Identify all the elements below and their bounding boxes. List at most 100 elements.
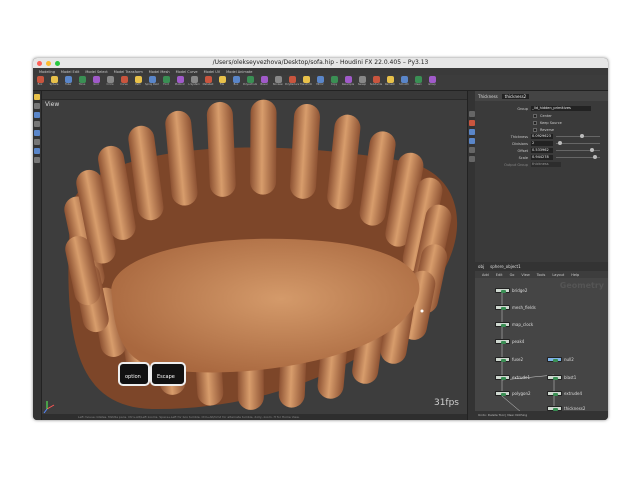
- shelf-tool-9[interactable]: Font: [159, 75, 173, 90]
- param-slider[interactable]: [556, 134, 600, 138]
- shelf-tab-modeling[interactable]: Modeling: [39, 70, 55, 74]
- param-slider-knob[interactable]: [592, 155, 597, 159]
- network-path-obj[interactable]: obj: [478, 264, 484, 269]
- network-menu-help[interactable]: Help: [571, 273, 579, 277]
- param-slider-knob[interactable]: [558, 141, 562, 145]
- shelf-tool-5[interactable]: Circle: [103, 75, 117, 90]
- network-menu-edit[interactable]: Edit: [496, 273, 503, 277]
- network-menu-view[interactable]: View: [521, 273, 529, 277]
- network-node[interactable]: map_clock: [495, 322, 533, 327]
- network-node[interactable]: extrude4: [547, 391, 582, 396]
- shelf-tool-20[interactable]: Mirror: [313, 75, 327, 90]
- network-node[interactable]: mesh_fields: [495, 305, 536, 310]
- pose-tool-icon[interactable]: [34, 139, 40, 145]
- move-tool-icon[interactable]: [34, 103, 40, 109]
- group-field[interactable]: _lid_hidden_primitives: [531, 106, 591, 111]
- view-tool-icon[interactable]: [34, 148, 40, 154]
- param-value-field[interactable]: 0.0929623: [531, 134, 553, 139]
- reverse-checkbox-row[interactable]: Reverse: [475, 126, 608, 133]
- shelf-tool-4[interactable]: Grid: [89, 75, 103, 90]
- handle-tool-icon[interactable]: [34, 130, 40, 136]
- param-value-field[interactable]: 0.533962: [531, 148, 553, 153]
- param-value-field[interactable]: 2: [531, 141, 553, 146]
- shelf-tool-28[interactable]: Group: [425, 75, 439, 90]
- output-group-field[interactable]: thickness: [531, 162, 561, 167]
- network-node[interactable]: fuse2: [495, 357, 523, 362]
- network-menu-go[interactable]: Go: [510, 273, 515, 277]
- shelf-tool-27[interactable]: Clean: [411, 75, 425, 90]
- snap-icon[interactable]: [34, 157, 40, 163]
- network-editor[interactable]: Geometry bridge2 mesh_fields map_clock peak…: [475, 278, 608, 411]
- node-body[interactable]: [495, 305, 510, 310]
- network-path-object[interactable]: sphere_object1: [490, 264, 521, 269]
- shelf-tool-15[interactable]: Polyextrude: [243, 75, 257, 90]
- node-body[interactable]: [547, 375, 562, 380]
- shelf-tool-1[interactable]: Sphere: [47, 75, 61, 90]
- scale-tool-icon[interactable]: [34, 121, 40, 127]
- node-body[interactable]: [495, 391, 510, 396]
- shelf-tool-icon: [358, 76, 366, 83]
- center-checkbox-row[interactable]: Center: [475, 112, 608, 119]
- scene-viewport[interactable]: View 31fps Left mouse rotates. Middle pa…: [42, 91, 467, 420]
- network-node[interactable]: blast1: [547, 375, 576, 380]
- node-body[interactable]: [495, 375, 510, 380]
- param-slider[interactable]: [556, 148, 600, 152]
- shelf-tool-22[interactable]: Resample: [341, 75, 355, 90]
- node-body[interactable]: [495, 322, 510, 327]
- shelf-tool-icon: [64, 76, 72, 83]
- shelf-tool-13[interactable]: File: [215, 75, 229, 90]
- select-tool-icon[interactable]: [34, 94, 40, 100]
- shelf-tool-21[interactable]: Copy: [327, 75, 341, 90]
- shelf-tab-model-animate[interactable]: Model Animate: [226, 70, 252, 74]
- reverse-checkbox[interactable]: [533, 127, 537, 132]
- network-menu-add[interactable]: Add: [482, 273, 489, 277]
- network-node[interactable]: bridge2: [495, 288, 527, 293]
- network-node[interactable]: null2: [547, 357, 574, 362]
- network-menu-layout[interactable]: Layout: [552, 273, 564, 277]
- shelf-tab-model-select[interactable]: Model Select: [85, 70, 107, 74]
- shelf-tool-16[interactable]: Bevel: [257, 75, 271, 90]
- param-slider[interactable]: [556, 141, 600, 145]
- network-node[interactable]: peak4: [495, 339, 524, 344]
- group-label: Group: [517, 106, 528, 111]
- keep-source-checkbox[interactable]: [533, 120, 537, 125]
- network-node[interactable]: extrude1: [495, 375, 530, 380]
- param-slider[interactable]: [556, 155, 600, 159]
- node-body[interactable]: [495, 288, 510, 293]
- param-slider-knob[interactable]: [580, 134, 584, 138]
- shelf-tab-model-mesh[interactable]: Model Mesh: [149, 70, 170, 74]
- param-value-field[interactable]: 0.944278: [531, 155, 553, 160]
- shelf-tool-10[interactable]: Platonic: [173, 75, 187, 90]
- shelf-tab-model-transform[interactable]: Model Transform: [114, 70, 143, 74]
- shelf-tool-12[interactable]: Metaball: [201, 75, 215, 90]
- node-name-field[interactable]: thickness2: [501, 93, 530, 99]
- shelf-tool-23[interactable]: Sweep: [355, 75, 369, 90]
- network-menu-tools[interactable]: Tools: [537, 273, 546, 277]
- shelf-tool-24[interactable]: Subdivide: [369, 75, 383, 90]
- rotate-tool-icon[interactable]: [34, 112, 40, 118]
- shelf-tool-7[interactable]: Path: [131, 75, 145, 90]
- shelf-tool-0[interactable]: Box: [33, 75, 47, 90]
- node-body[interactable]: [547, 357, 562, 362]
- shelf-tool-19[interactable]: Transform: [299, 75, 313, 90]
- shelf-tab-model-curve[interactable]: Model Curve: [176, 70, 198, 74]
- shelf-tool-8[interactable]: Spray Paint: [145, 75, 159, 90]
- shelf-tab-model-edit[interactable]: Model Edit: [61, 70, 79, 74]
- network-node[interactable]: polygon2: [495, 391, 531, 396]
- shelf-tool-18[interactable]: PolyReduce: [285, 75, 299, 90]
- shelf-tool-14[interactable]: Box: [229, 75, 243, 90]
- shelf-tool-11[interactable]: L-System: [187, 75, 201, 90]
- node-body[interactable]: [495, 339, 510, 344]
- shelf-tool-25[interactable]: Remesh: [383, 75, 397, 90]
- shelf-tool-26[interactable]: Smooth: [397, 75, 411, 90]
- shelf-tool-6[interactable]: Curve: [117, 75, 131, 90]
- shelf-tab-model-uv[interactable]: Model UV: [204, 70, 221, 74]
- shelf-tool-3[interactable]: Torus: [75, 75, 89, 90]
- center-checkbox[interactable]: [533, 113, 537, 118]
- shelf-tool-17[interactable]: Boolean: [271, 75, 285, 90]
- param-slider-knob[interactable]: [590, 148, 594, 152]
- shelf-tool-2[interactable]: Tube: [61, 75, 75, 90]
- node-body[interactable]: [547, 391, 562, 396]
- keep-source-checkbox-row[interactable]: Keep Source: [475, 119, 608, 126]
- node-body[interactable]: [495, 357, 510, 362]
